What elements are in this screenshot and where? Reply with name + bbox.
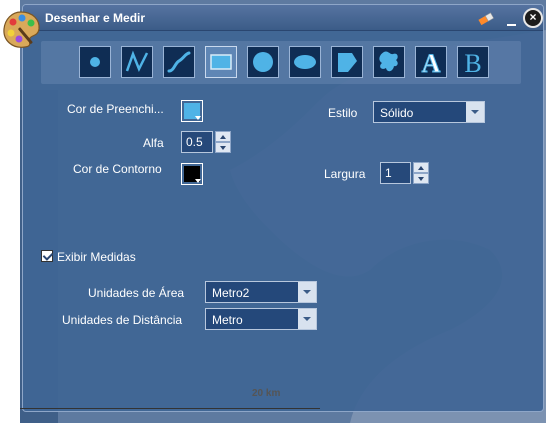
bold-text-tool-glyph: B <box>464 49 481 77</box>
freehand-polygon-tool[interactable] <box>373 46 405 78</box>
freehand-line-tool[interactable] <box>163 46 195 78</box>
alpha-stepper <box>215 131 231 153</box>
polygon-icon <box>338 53 357 72</box>
point-tool[interactable] <box>79 46 111 78</box>
map-scale-bar <box>20 408 320 409</box>
close-button[interactable]: × <box>523 8 543 28</box>
bold-text-tool[interactable]: B <box>457 46 489 78</box>
ellipse-tool[interactable] <box>289 46 321 78</box>
alpha-input[interactable] <box>181 131 213 153</box>
alpha-decrement-button[interactable] <box>215 142 231 153</box>
distance-units-select[interactable]: Metro <box>205 308 317 330</box>
palette-icon <box>0 8 42 50</box>
area-units-label: Unidades de Área <box>88 286 185 300</box>
distance-units-label: Unidades de Distância <box>62 313 183 327</box>
polyline-tool[interactable] <box>121 46 153 78</box>
map-scale-label: 20 km <box>252 388 281 399</box>
minimize-button[interactable] <box>505 15 519 29</box>
width-label: Largura <box>324 167 366 181</box>
area-units-value: Metro2 <box>212 286 250 300</box>
chevron-down-icon <box>298 282 316 302</box>
alpha-increment-button[interactable] <box>215 131 231 142</box>
text-tool-glyph: A <box>422 49 441 77</box>
text-b-icon: B <box>464 49 481 77</box>
window-titlebar[interactable]: Desenhar e Medir × <box>23 5 543 31</box>
style-select-value: Sólido <box>380 106 414 120</box>
outline-color-label: Cor de Contorno <box>73 162 162 176</box>
ellipse-icon <box>294 55 316 69</box>
style-label: Estilo <box>328 106 358 120</box>
fill-color-picker[interactable] <box>181 100 203 122</box>
freehand-line-icon <box>167 51 191 73</box>
chevron-down-icon <box>195 116 201 120</box>
circle-icon <box>253 52 273 72</box>
draw-toolbar: A B <box>41 41 521 84</box>
area-units-select[interactable]: Metro2 <box>205 281 317 303</box>
chevron-down-icon <box>195 179 201 183</box>
fill-color-label: Cor de Preenchi... <box>67 102 164 116</box>
width-stepper <box>413 162 429 184</box>
width-input[interactable] <box>380 162 411 184</box>
circle-tool[interactable] <box>247 46 279 78</box>
width-increment-button[interactable] <box>413 162 429 173</box>
text-icon: A <box>421 49 441 78</box>
text-tool[interactable]: A <box>415 46 447 78</box>
chevron-down-icon <box>466 102 484 122</box>
show-measures-label: Exibir Medidas <box>57 250 136 264</box>
chevron-down-icon <box>298 309 316 329</box>
draw-measure-window: Desenhar e Medir × A B Cor de Preenchi..… <box>22 4 544 412</box>
show-measures-checkbox[interactable] <box>41 250 53 262</box>
eraser-icon[interactable] <box>477 11 495 27</box>
style-select[interactable]: Sólido <box>373 101 485 123</box>
polyline-icon <box>125 50 149 73</box>
width-decrement-button[interactable] <box>413 173 429 184</box>
freehand-polygon-icon <box>379 51 398 72</box>
polygon-tool[interactable] <box>331 46 363 78</box>
distance-units-value: Metro <box>212 313 243 327</box>
point-icon <box>90 57 100 67</box>
alpha-label: Alfa <box>143 136 164 150</box>
rectangle-tool[interactable] <box>205 46 237 78</box>
outline-color-picker[interactable] <box>181 163 203 185</box>
window-title: Desenhar e Medir <box>45 11 146 25</box>
rectangle-icon <box>210 54 232 70</box>
